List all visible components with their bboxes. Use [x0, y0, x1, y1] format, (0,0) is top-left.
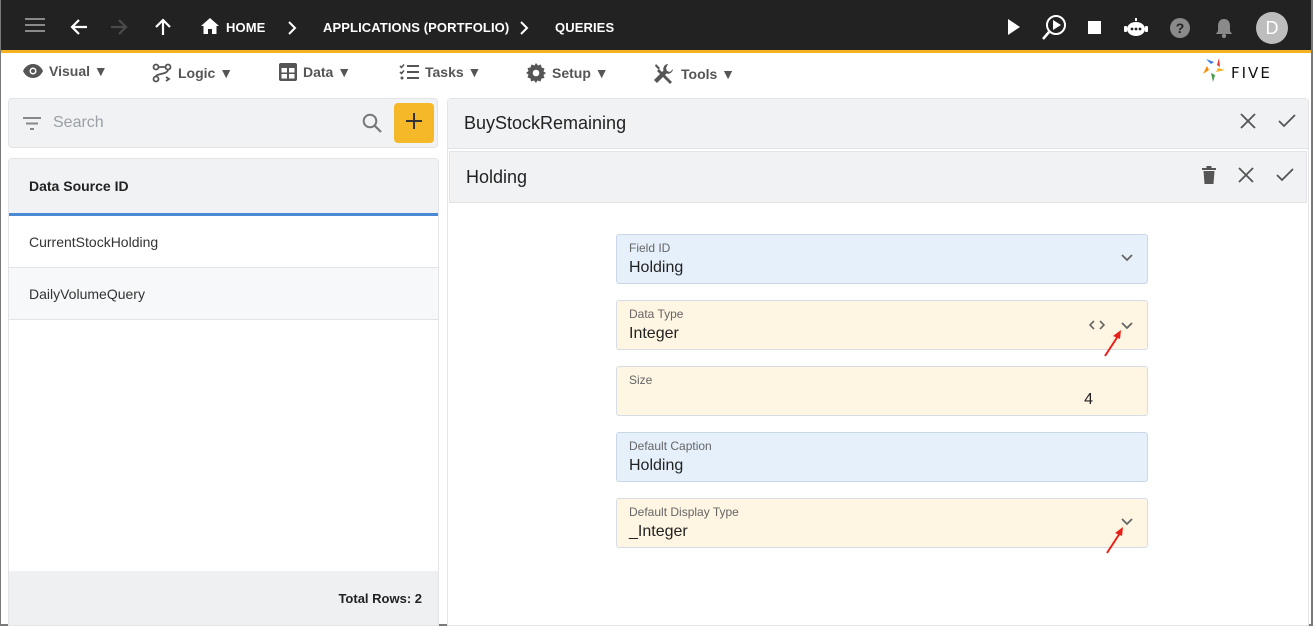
- gear-icon: [526, 63, 546, 83]
- back-icon[interactable]: [69, 17, 89, 37]
- search-input[interactable]: Search: [53, 114, 104, 132]
- parent-form-header: BuyStockRemaining: [448, 99, 1308, 149]
- search-icon[interactable]: [362, 113, 382, 138]
- plus-icon: [406, 112, 422, 134]
- column-header-data-source-id[interactable]: Data Source ID: [9, 159, 438, 216]
- data-source-list: Data Source ID CurrentStockHolding Daily…: [8, 158, 439, 626]
- close-icon[interactable]: [1240, 113, 1256, 134]
- run-icon[interactable]: [1007, 19, 1021, 35]
- list-item[interactable]: CurrentStockHolding: [9, 216, 438, 268]
- check-icon[interactable]: [1278, 114, 1296, 133]
- menu-visual-label: Visual ▼: [49, 63, 108, 79]
- total-rows: Total Rows: 2: [9, 571, 438, 625]
- list-item[interactable]: DailyVolumeQuery: [9, 268, 438, 320]
- default-caption-value: Holding: [629, 457, 684, 474]
- chevron-down-icon[interactable]: [1121, 518, 1133, 526]
- data-type-value: Integer: [629, 325, 679, 342]
- menu-logic-label: Logic ▼: [178, 65, 234, 81]
- menu-data[interactable]: Data ▼: [279, 63, 351, 81]
- field-id-value: Holding: [629, 259, 684, 276]
- svg-text:?: ?: [1176, 20, 1185, 36]
- menu-setup[interactable]: Setup ▼: [526, 63, 609, 83]
- filter-icon[interactable]: [23, 117, 41, 135]
- chat-bot-icon[interactable]: [1124, 17, 1148, 39]
- chevron-right-icon: [287, 21, 297, 35]
- size-label: Size: [629, 373, 653, 387]
- check-icon[interactable]: [1276, 167, 1294, 187]
- search-bar: Search: [8, 98, 438, 148]
- menu-data-label: Data ▼: [303, 64, 352, 80]
- default-display-type-dropdown[interactable]: Default Display Type _Integer: [616, 498, 1148, 548]
- five-logo-text: FIVE: [1231, 63, 1272, 82]
- menu-setup-label: Setup ▼: [552, 65, 609, 81]
- eye-icon: [23, 64, 43, 78]
- notifications-icon[interactable]: [1215, 17, 1233, 39]
- table-icon: [279, 63, 297, 81]
- menu-tools[interactable]: Tools ▼: [653, 63, 735, 85]
- menu-bar: Visual ▼ Logic ▼ Data ▼ Tasks ▼ Setup ▼ …: [1, 53, 1311, 93]
- close-icon[interactable]: [1238, 166, 1254, 188]
- breadcrumb-applications[interactable]: APPLICATIONS (PORTFOLIO): [323, 20, 509, 35]
- debug-run-icon[interactable]: [1041, 14, 1067, 42]
- up-icon[interactable]: [154, 17, 172, 37]
- trash-icon[interactable]: [1202, 165, 1216, 189]
- menu-logic[interactable]: Logic ▼: [152, 63, 233, 83]
- child-form-header: Holding: [449, 151, 1307, 203]
- tools-icon: [653, 63, 675, 85]
- five-logo-icon: [1203, 58, 1225, 87]
- size-value: 4: [1084, 391, 1093, 408]
- default-caption-input[interactable]: Default Caption Holding: [616, 432, 1148, 482]
- chevron-down-icon[interactable]: [1121, 254, 1133, 262]
- size-input[interactable]: Size 4: [616, 366, 1148, 416]
- help-icon[interactable]: ?: [1169, 17, 1191, 39]
- avatar[interactable]: D: [1256, 12, 1288, 44]
- breadcrumb-home[interactable]: HOME: [226, 20, 265, 35]
- menu-tasks[interactable]: Tasks ▼: [399, 63, 481, 81]
- tasks-icon: [399, 63, 419, 81]
- data-type-dropdown[interactable]: Data Type Integer: [616, 300, 1148, 350]
- logic-icon: [152, 63, 172, 83]
- home-icon[interactable]: [201, 18, 219, 34]
- default-display-type-label: Default Display Type: [629, 505, 739, 519]
- add-button[interactable]: [394, 103, 434, 143]
- menu-visual[interactable]: Visual ▼: [23, 63, 108, 79]
- child-form-title: Holding: [466, 166, 528, 187]
- default-display-type-value: _Integer: [629, 523, 688, 540]
- menu-icon[interactable]: [25, 17, 45, 33]
- parent-form-title: BuyStockRemaining: [464, 113, 627, 133]
- form-panel: BuyStockRemaining Holding Field ID Holdi…: [447, 98, 1309, 626]
- breadcrumb-queries[interactable]: QUERIES: [555, 20, 614, 35]
- chevron-right-icon: [519, 21, 529, 35]
- menu-tools-label: Tools ▼: [681, 66, 736, 82]
- data-type-label: Data Type: [629, 307, 684, 321]
- default-caption-label: Default Caption: [629, 439, 712, 453]
- field-id-dropdown[interactable]: Field ID Holding: [616, 234, 1148, 284]
- annotation-arrow: [1106, 527, 1123, 554]
- forward-icon[interactable]: [109, 17, 129, 37]
- menu-tasks-label: Tasks ▼: [425, 64, 482, 80]
- field-id-label: Field ID: [629, 241, 671, 255]
- stop-icon[interactable]: [1088, 21, 1101, 34]
- top-bar: HOME APPLICATIONS (PORTFOLIO) QUERIES ? …: [1, 0, 1311, 53]
- five-logo: FIVE: [1203, 58, 1272, 87]
- annotation-arrow: [1104, 330, 1121, 357]
